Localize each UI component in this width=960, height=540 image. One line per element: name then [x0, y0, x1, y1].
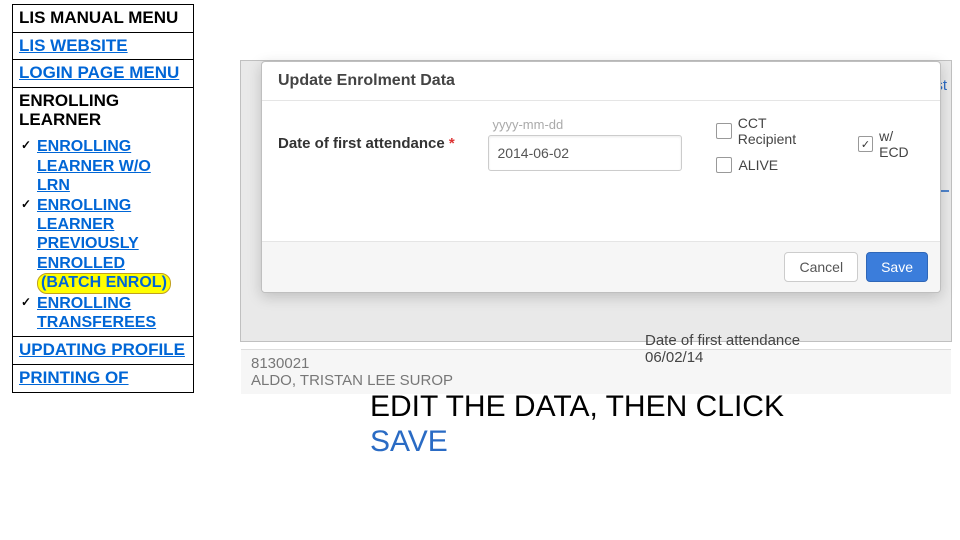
check-icon: ✓ — [21, 198, 31, 211]
checkbox-ecd[interactable]: ✓ w/ ECD — [858, 128, 924, 160]
nav-link-updating-profile[interactable]: UPDATING PROFILE — [19, 340, 185, 359]
bg-date-block: Date of first attendance 06/02/14 — [645, 332, 800, 367]
bg-date-value: 06/02/14 — [645, 349, 703, 366]
field-placeholder-hint: yyyy-mm-dd — [488, 117, 682, 135]
field-label-date-text: Date of first attendance — [278, 135, 449, 152]
modal-title: Update Enrolment Data — [262, 62, 940, 101]
checkbox-box-alive — [716, 157, 732, 173]
instruction-text: EDIT THE DATA, THEN CLICK SAVE — [370, 390, 784, 459]
check-icon: ✓ — [21, 139, 31, 152]
nav-link-login-page-menu[interactable]: LOGIN PAGE MENU — [19, 63, 179, 82]
checkbox-label-ecd: w/ ECD — [879, 128, 924, 160]
field-label-date: Date of first attendance * — [278, 135, 455, 152]
nav-link-enroll-previously[interactable]: ENROLLING LEARNER PREVIOUSLY ENROLLED (B… — [37, 197, 171, 292]
required-mark: * — [449, 135, 455, 152]
checkbox-label-cct: CCT Recipient — [738, 115, 824, 147]
nav-cell-updating: UPDATING PROFILE — [13, 337, 193, 365]
instruction-save-word: SAVE — [370, 425, 448, 458]
save-button[interactable]: Save — [866, 252, 928, 282]
bg-id: 8130021 — [251, 355, 309, 372]
screenshot-area: 3 I asterlist Le 8130021 ALDO, TRISTAN L… — [240, 60, 952, 342]
nav-cell-login: LOGIN PAGE MENU — [13, 60, 193, 88]
modal-footer: Cancel Save — [262, 241, 940, 292]
check-icon: ✓ — [21, 296, 31, 309]
checkbox-box-ecd: ✓ — [858, 136, 873, 152]
update-enrolment-modal: Update Enrolment Data Date of first atte… — [261, 61, 941, 293]
nav-cell-enrolling: ENROLLING LEARNER ✓ ENROLLING LEARNER W/… — [13, 88, 193, 337]
checkbox-box-cct — [716, 123, 731, 139]
bg-name: ALDO, TRISTAN LEE SUROP — [251, 372, 453, 389]
manual-menu-nav: LIS MANUAL MENU LIS WEBSITE LOGIN PAGE M… — [12, 4, 194, 393]
bg-date-label: Date of first attendance — [645, 332, 800, 349]
instruction-line1: EDIT THE DATA, THEN CLICK — [370, 390, 784, 423]
cancel-button[interactable]: Cancel — [784, 252, 858, 282]
checkbox-label-alive: ALIVE — [738, 157, 778, 173]
nav-link-enroll-prev-text: ENROLLING LEARNER PREVIOUSLY ENROLLED — [37, 197, 139, 272]
nav-link-lis-website[interactable]: LIS WEBSITE — [19, 36, 128, 55]
nav-link-enroll-wo-lrn[interactable]: ENROLLING LEARNER W/O LRN — [37, 138, 151, 194]
nav-heading-enrolling-learner: ENROLLING LEARNER — [19, 91, 119, 129]
nav-cell-printing: PRINTING OF — [13, 365, 193, 392]
checkbox-cct[interactable]: CCT Recipient — [716, 115, 823, 147]
nav-title: LIS MANUAL MENU — [13, 5, 193, 33]
nav-cell-website: LIS WEBSITE — [13, 33, 193, 61]
bg-id-name: 8130021 ALDO, TRISTAN LEE SUROP — [251, 355, 453, 389]
nav-link-printing[interactable]: PRINTING OF — [19, 368, 129, 387]
checkbox-alive[interactable]: ALIVE — [716, 157, 823, 173]
date-first-attendance-input[interactable] — [488, 135, 682, 171]
nav-link-enroll-transferees[interactable]: ENROLLING TRANSFEREES — [37, 295, 156, 331]
highlight-batch-enrol: (BATCH ENROL) — [37, 273, 171, 293]
